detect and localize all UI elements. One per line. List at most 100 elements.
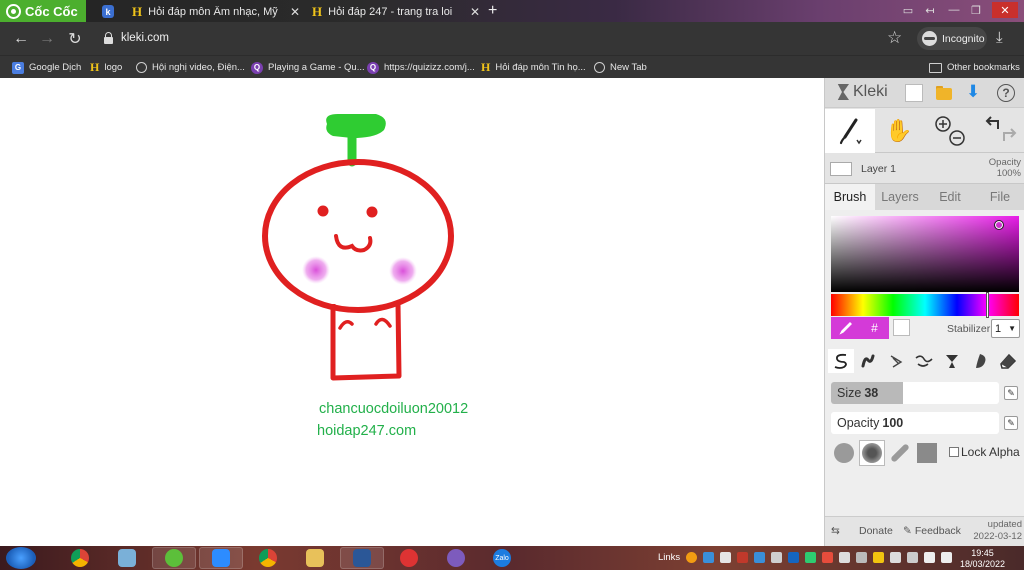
tray-power-icon[interactable]: [856, 552, 867, 563]
tray-network-icon[interactable]: [839, 552, 850, 563]
taskbar-word[interactable]: [340, 547, 384, 569]
bookmark-google-dich[interactable]: G Google Dịch: [12, 60, 81, 75]
taskbar-viber[interactable]: [434, 547, 478, 569]
taskbar-paint[interactable]: [105, 547, 149, 569]
pixel-brush-icon[interactable]: [911, 349, 937, 373]
feedback-link[interactable]: ✎ Feedback: [903, 525, 961, 537]
bookmark-playing-game[interactable]: Q Playing a Game - Qu...: [251, 60, 365, 75]
tab-close-icon[interactable]: ✕: [470, 5, 480, 19]
taskbar-zalo[interactable]: Zalo: [480, 547, 524, 569]
downloads-icon[interactable]: ⤓: [996, 29, 1003, 46]
opacity-slider[interactable]: Opacity 100: [831, 412, 999, 434]
taskbar-chrome-2[interactable]: [246, 547, 290, 569]
brush-tool-button[interactable]: [825, 109, 875, 153]
chemy-brush-icon[interactable]: [939, 349, 965, 373]
stabilizer-select[interactable]: 1 ▼: [991, 319, 1020, 338]
tab-brush[interactable]: Brush: [825, 184, 875, 210]
line-shape-button[interactable]: [887, 440, 913, 466]
download-icon[interactable]: ⬇: [966, 82, 984, 101]
hex-input-button[interactable]: #: [860, 317, 889, 339]
tab-close-icon[interactable]: ✕: [290, 5, 300, 19]
links-toolbar[interactable]: Links: [658, 552, 680, 563]
tray-monitor-icon[interactable]: [890, 552, 901, 563]
hue-slider-handle[interactable]: [986, 292, 989, 318]
tab-kleki[interactable]: k: [96, 1, 120, 22]
eyedropper-icon[interactable]: [831, 317, 860, 339]
lock-icon[interactable]: [104, 32, 113, 44]
address-bar[interactable]: kleki.com: [121, 32, 169, 44]
bookmark-new-tab[interactable]: New Tab: [594, 60, 647, 75]
tab-file[interactable]: File: [975, 184, 1024, 210]
tray-screen-icon[interactable]: [941, 552, 952, 563]
tray-zalo-icon[interactable]: [788, 552, 799, 563]
taskbar-zoom[interactable]: [199, 547, 243, 569]
forward-button[interactable]: →: [36, 28, 58, 50]
tray-warning-icon[interactable]: [873, 552, 884, 563]
zoom-buttons[interactable]: [925, 109, 975, 153]
lock-alpha-checkbox[interactable]: [949, 447, 959, 457]
tray-blue-icon[interactable]: [703, 552, 714, 563]
tab-hoidap-247[interactable]: H Hỏi đáp 247 - trang tra loi ✕: [306, 1, 486, 22]
tray-chat-icon[interactable]: [754, 552, 765, 563]
open-file-icon[interactable]: [935, 84, 953, 102]
volume-icon[interactable]: [924, 552, 935, 563]
screenshot-icon[interactable]: ▭: [898, 2, 918, 18]
tab-hoidap-amnhac[interactable]: H Hỏi đáp môn Âm nhạc, Mỹ th ✕: [126, 1, 306, 22]
undo-redo-buttons[interactable]: [977, 109, 1023, 153]
eraser-icon[interactable]: [995, 349, 1021, 373]
tab-edit[interactable]: Edit: [925, 184, 975, 210]
bookmark-quizizz[interactable]: Q https://quizizz.com/j...: [367, 60, 475, 75]
bookmark-hoi-nghi-video[interactable]: Hội nghị video, Điện...: [136, 60, 245, 75]
taskbar-app-red[interactable]: [387, 547, 431, 569]
size-pen-pressure-icon[interactable]: ✎: [1004, 386, 1018, 400]
bookmark-logo[interactable]: H logo: [90, 60, 122, 75]
reload-button[interactable]: ↻: [64, 28, 86, 50]
tray-orange-icon[interactable]: [686, 552, 697, 563]
start-button-icon[interactable]: [6, 547, 36, 569]
color-picker-cursor[interactable]: [994, 220, 1004, 230]
smudge-brush-icon[interactable]: [967, 349, 993, 373]
hand-tool-button[interactable]: ✋: [875, 109, 923, 153]
new-tab-button[interactable]: +: [488, 2, 497, 20]
maximize-button[interactable]: ❐: [966, 2, 986, 18]
bookmark-hoidap-tinhoc[interactable]: H Hỏi đáp môn Tin họ...: [481, 60, 586, 75]
tab-layers[interactable]: Layers: [875, 184, 925, 210]
bookmark-star-icon[interactable]: ☆: [887, 28, 902, 48]
taskbar-explorer[interactable]: [293, 547, 337, 569]
round-shape-button[interactable]: [831, 440, 857, 466]
tray-gray-icon[interactable]: [771, 552, 782, 563]
back-button[interactable]: ←: [10, 28, 32, 50]
tray-white-icon[interactable]: [720, 552, 731, 563]
square-shape-button[interactable]: [914, 440, 940, 466]
swap-sides-icon[interactable]: ⇆: [831, 525, 840, 537]
donate-link[interactable]: Donate: [859, 525, 893, 537]
taskbar-coccoc[interactable]: [152, 547, 196, 569]
minimize-button[interactable]: —: [944, 2, 964, 18]
incognito-badge[interactable]: Incognito: [917, 27, 987, 50]
drawing-canvas[interactable]: chancuocdoiluon20012 hoidap247.com: [0, 78, 824, 546]
saturation-value-picker[interactable]: [831, 216, 1019, 292]
tray-shield-icon[interactable]: [805, 552, 816, 563]
system-clock[interactable]: 19:45 18/03/2022: [960, 548, 1005, 570]
pen-brush-icon[interactable]: [828, 349, 854, 373]
help-icon[interactable]: ?: [997, 84, 1015, 102]
new-file-icon[interactable]: [905, 84, 923, 102]
secondary-color-swatch[interactable]: [893, 319, 910, 336]
hue-slider[interactable]: [831, 294, 1019, 316]
tray-flag-icon[interactable]: [822, 552, 833, 563]
browser-brand[interactable]: Cốc Cốc: [0, 0, 86, 22]
kleki-logo[interactable]: Kleki: [835, 83, 888, 101]
close-window-button[interactable]: ✕: [992, 2, 1018, 18]
tray-display-icon[interactable]: [907, 552, 918, 563]
other-bookmarks[interactable]: Other bookmarks: [929, 60, 1020, 75]
taskbar-chrome[interactable]: [58, 547, 102, 569]
sketchy-brush-icon[interactable]: [883, 349, 909, 373]
size-slider[interactable]: Size 38: [831, 382, 999, 404]
soft-round-shape-button[interactable]: [859, 440, 885, 466]
opacity-pen-pressure-icon[interactable]: ✎: [1004, 416, 1018, 430]
blend-brush-icon[interactable]: [855, 349, 881, 373]
tray-red-icon[interactable]: [737, 552, 748, 563]
lock-alpha-toggle[interactable]: Lock Alpha: [949, 445, 1020, 459]
layer-preview[interactable]: Layer 1 Opacity 100%: [825, 154, 1024, 184]
back-arrow-icon[interactable]: ↤: [920, 2, 940, 18]
